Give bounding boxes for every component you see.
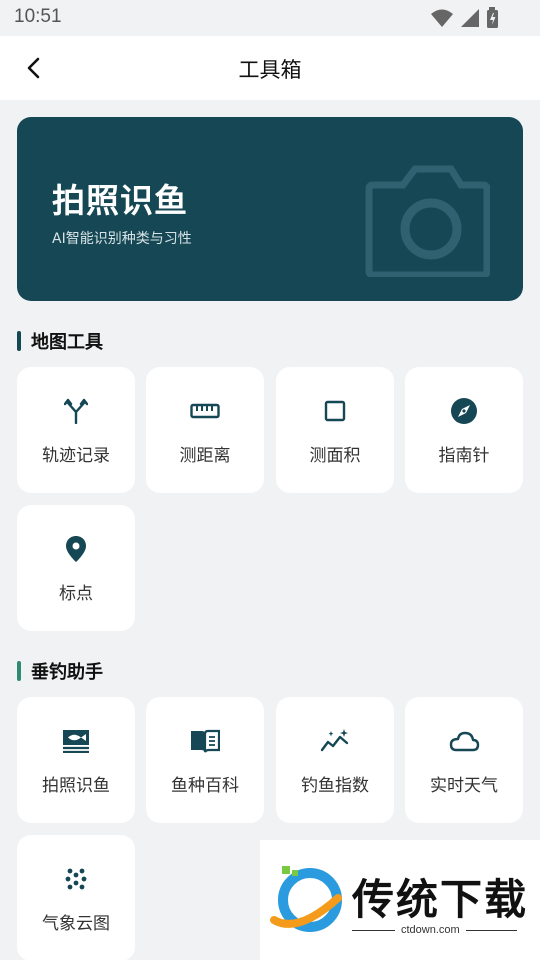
watermark-url: ctdown.com (395, 924, 466, 936)
track-icon (17, 397, 135, 425)
camera-icon (365, 165, 490, 277)
section-marker (17, 331, 21, 351)
banner-subtitle: AI智能识别种类与习性 (52, 231, 192, 247)
tool-mark-point[interactable]: 标点 (17, 505, 135, 631)
tool-fish-identify[interactable]: 拍照识鱼 (17, 697, 135, 823)
chart-sparkle-icon (276, 727, 394, 755)
tool-label: 鱼种百科 (171, 776, 239, 796)
tool-label: 拍照识鱼 (42, 776, 110, 796)
dots-grid-icon (17, 865, 135, 893)
square-icon (276, 397, 394, 425)
tool-label: 实时天气 (430, 776, 498, 796)
tool-label: 轨迹记录 (42, 446, 110, 466)
status-bar: 10:51 (0, 0, 540, 36)
watermark-logo (270, 866, 342, 932)
signal-icon (461, 9, 479, 27)
tool-label: 指南针 (438, 446, 490, 466)
tool-label: 测面积 (309, 446, 361, 466)
tool-realtime-weather[interactable]: 实时天气 (405, 697, 523, 823)
tool-label: 气象云图 (42, 914, 110, 934)
status-time: 10:51 (14, 6, 62, 27)
cloud-icon (405, 727, 523, 755)
tool-label: 钓鱼指数 (301, 776, 369, 796)
tool-label: 标点 (59, 584, 93, 604)
section-title: 垂钓助手 (31, 662, 103, 683)
status-icons (430, 7, 500, 29)
app-header: 工具箱 (0, 36, 540, 100)
wifi-icon (431, 9, 453, 27)
tool-fishing-index[interactable]: 钓鱼指数 (276, 697, 394, 823)
section-title: 地图工具 (31, 332, 103, 353)
tool-measure-distance[interactable]: 测距离 (146, 367, 264, 493)
banner-title: 拍照识鱼 (52, 181, 188, 220)
tool-fish-encyclopedia[interactable]: 鱼种百科 (146, 697, 264, 823)
location-pin-icon (17, 535, 135, 563)
watermark: 传统下载 ctdown.com (260, 840, 540, 960)
section-marker (17, 661, 21, 681)
page-title: 工具箱 (238, 58, 302, 82)
fish-identify-banner[interactable]: 拍照识鱼 AI智能识别种类与习性 (17, 117, 523, 301)
battery-icon (487, 7, 498, 28)
book-icon (146, 727, 264, 755)
section-fishing-assistant: 垂钓助手 (17, 658, 103, 684)
tool-weather-cloud-map[interactable]: 气象云图 (17, 835, 135, 960)
tool-compass[interactable]: 指南针 (405, 367, 523, 493)
tool-track-record[interactable]: 轨迹记录 (17, 367, 135, 493)
section-map-tools: 地图工具 (17, 328, 103, 354)
tool-label: 测距离 (179, 446, 231, 466)
fish-scan-icon (17, 727, 135, 755)
compass-icon (405, 397, 523, 425)
tool-measure-area[interactable]: 测面积 (276, 367, 394, 493)
watermark-brand: 传统下载 (352, 875, 529, 924)
ruler-icon (146, 397, 264, 425)
